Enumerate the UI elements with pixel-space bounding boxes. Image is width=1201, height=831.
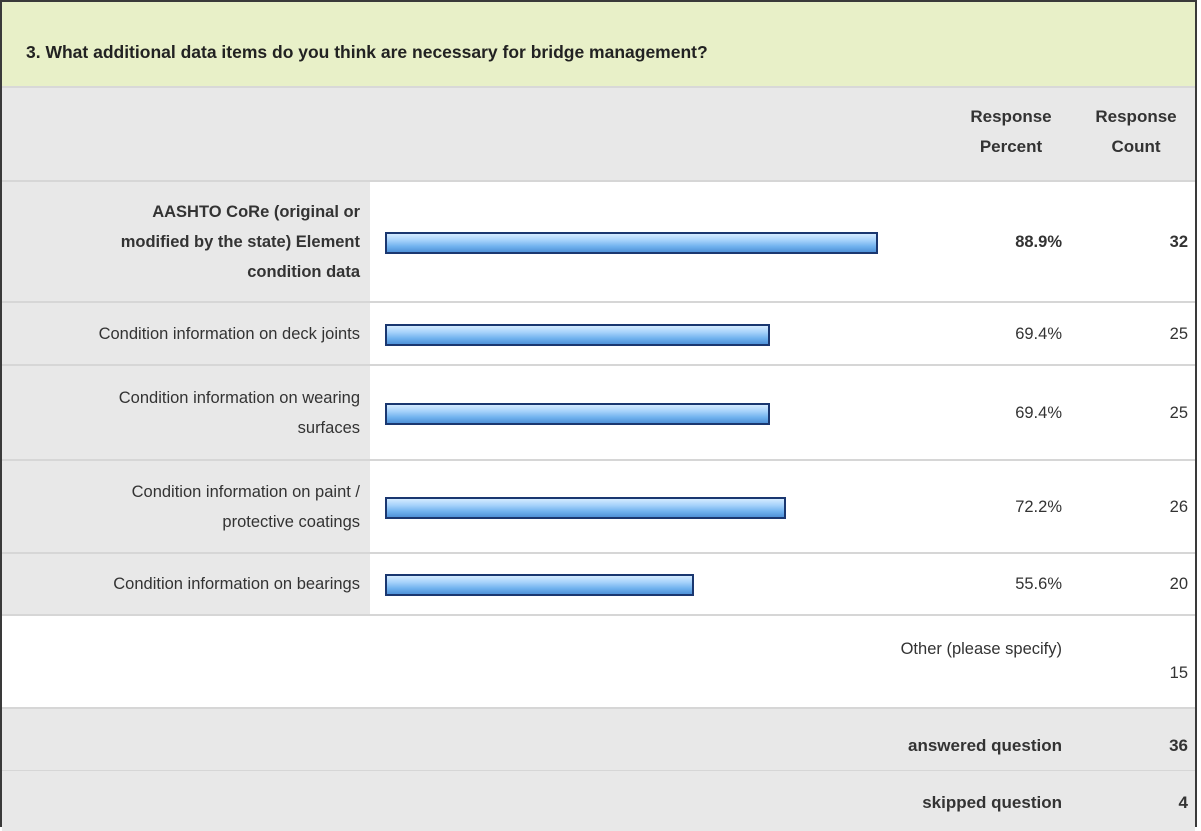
row-label: AASHTO CoRe (original or modified by the … <box>121 197 360 287</box>
response-count-value: 25 <box>1169 324 1188 343</box>
response-count-value: 32 <box>1169 232 1188 251</box>
table-row: AASHTO CoRe (original or modified by the … <box>2 180 1195 301</box>
table-row: Condition information on bearings 55.6% 20 <box>2 552 1195 614</box>
response-count-header: Response Count <box>1086 102 1186 162</box>
response-percent-value: 69.4% <box>1015 403 1062 422</box>
row-label-cell: Condition information on wearing surfaces <box>2 366 370 459</box>
other-row: Other (please specify) 15 <box>2 614 1195 707</box>
response-count-value: 25 <box>1169 403 1188 422</box>
skipped-count: 4 <box>1178 793 1188 812</box>
response-percent-value: 69.4% <box>1015 324 1062 343</box>
response-count-header-line-2: Count <box>1111 137 1161 156</box>
row-label-line: AASHTO CoRe (original or <box>152 202 360 221</box>
table-row: Condition information on paint / protecti… <box>2 459 1195 552</box>
response-percent-value: 55.6% <box>1015 575 1062 593</box>
response-bar <box>385 496 786 519</box>
other-label[interactable]: Other (please specify) <box>862 640 1062 659</box>
row-label-cell: Condition information on deck joints <box>2 303 370 364</box>
response-count-header-line-1: Response <box>1095 107 1177 126</box>
row-label-line: surfaces <box>297 418 360 437</box>
row-label-cell: Condition information on paint / protecti… <box>2 461 370 552</box>
response-bar <box>385 323 770 346</box>
response-percent-value: 72.2% <box>1015 497 1062 516</box>
response-count-value: 26 <box>1169 497 1188 516</box>
response-percent-header-line-1: Response <box>970 107 1052 126</box>
row-label: Condition information on deck joints <box>99 319 360 349</box>
row-label-line: Condition information on bearings <box>113 575 360 593</box>
row-label-line: Condition information on deck joints <box>98 324 360 343</box>
answered-label: answered question <box>908 736 1062 755</box>
row-label-line: Condition information on paint / <box>131 482 360 501</box>
answered-row: answered question 36 <box>2 707 1195 770</box>
question-title: 3. What additional data items do you thi… <box>26 42 708 62</box>
table-header: Response Percent Response Count <box>2 88 1195 180</box>
answered-count: 36 <box>1169 736 1188 755</box>
skipped-row: skipped question 4 <box>2 770 1195 831</box>
row-label-line: condition data <box>247 262 360 281</box>
response-count-value: 20 <box>1169 575 1188 593</box>
response-bar <box>385 231 878 254</box>
response-percent-header-line-2: Percent <box>979 137 1043 156</box>
other-count: 15 <box>1169 664 1188 682</box>
response-bar <box>385 574 694 596</box>
row-label-line: protective coatings <box>222 512 360 531</box>
row-label-line: Condition information on wearing <box>118 388 360 407</box>
row-label: Condition information on wearing surfaces <box>119 383 360 443</box>
table-row: Condition information on deck joints 69.4… <box>2 301 1195 364</box>
row-label-cell: AASHTO CoRe (original or modified by the … <box>2 182 370 301</box>
row-label: Condition information on bearings <box>113 569 360 599</box>
question-title-bar: 3. What additional data items do you thi… <box>2 2 1195 88</box>
table-row: Condition information on wearing surfaces… <box>2 364 1195 459</box>
response-percent-header: Response Percent <box>946 102 1076 162</box>
row-label: Condition information on paint / protecti… <box>132 477 360 537</box>
survey-question-panel: 3. What additional data items do you thi… <box>0 0 1197 831</box>
row-label-line: modified by the state) Element <box>120 232 360 251</box>
skipped-label: skipped question <box>922 793 1062 812</box>
response-bar <box>385 402 770 425</box>
response-percent-value: 88.9% <box>1015 232 1062 251</box>
row-label-cell: Condition information on bearings <box>2 554 370 614</box>
